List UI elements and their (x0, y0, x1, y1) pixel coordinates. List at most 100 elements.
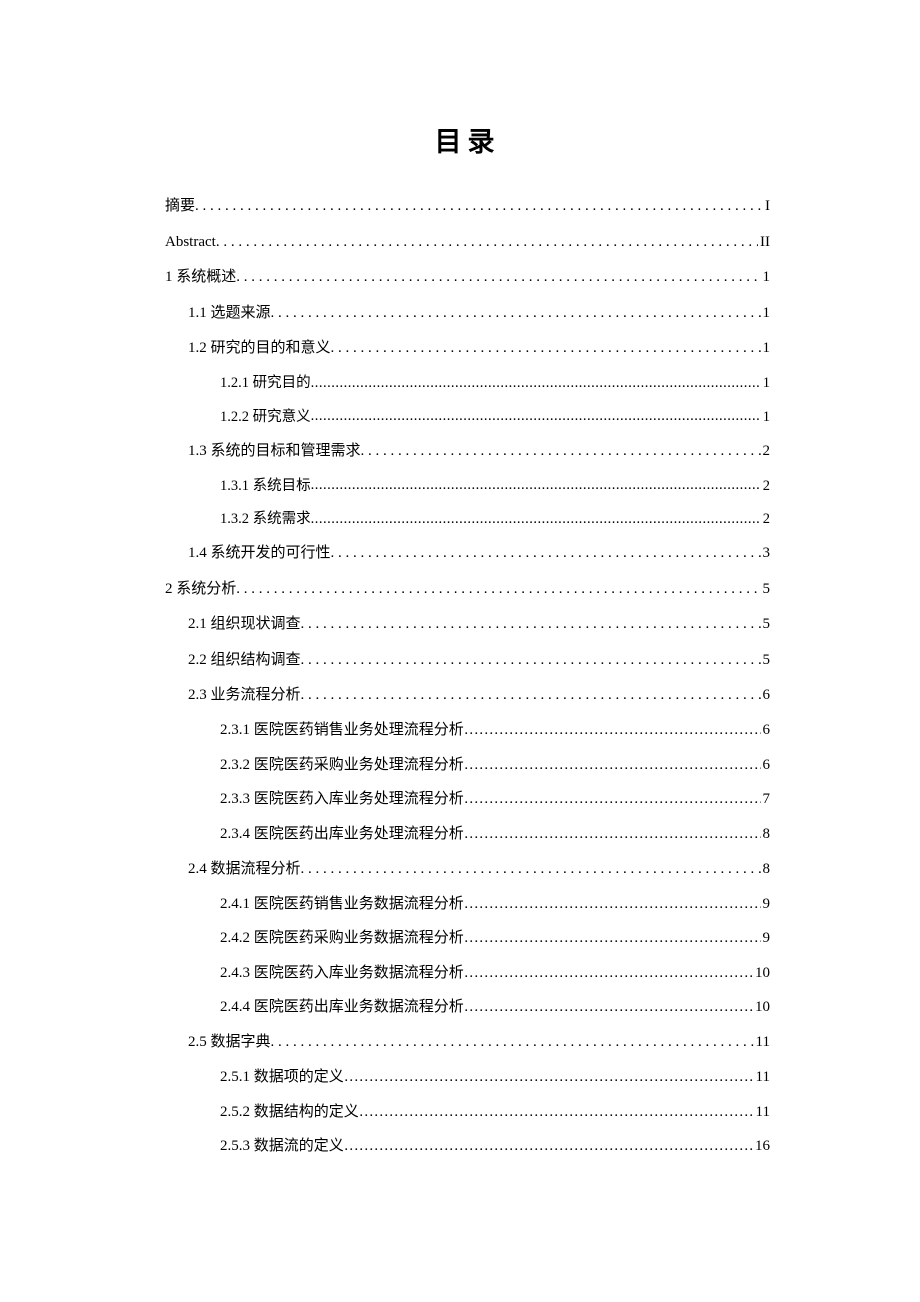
toc-leader (311, 376, 761, 391)
toc-leader (464, 723, 761, 738)
toc-label: 2.1 组织现状调查 (188, 617, 301, 632)
toc-entry: 2.5.3 数据流的定义 16 (220, 1130, 770, 1165)
toc-label: 2.4.4 医院医药出库业务数据流程分析 (220, 1000, 464, 1015)
toc-page-number: 6 (761, 688, 771, 703)
toc-entry: Abstract II (165, 225, 770, 261)
toc-label: 2.3.2 医院医药采购业务处理流程分析 (220, 758, 464, 773)
toc-label: 2.5.3 数据流的定义 (220, 1139, 344, 1154)
toc-entry: 2.4.2 医院医药采购业务数据流程分析 9 (220, 922, 770, 957)
toc-leader (464, 827, 761, 842)
toc-leader (331, 546, 761, 561)
toc-entry: 2.2 组织结构调查5 (188, 643, 770, 679)
toc-container: 摘要IAbstractII1 系统概述11.1 选题来源11.2 研究的目的和意… (165, 189, 770, 1164)
toc-page-number: 10 (753, 1000, 770, 1015)
toc-leader (464, 1000, 753, 1015)
toc-leader (236, 270, 760, 285)
toc-label: 1.3.2 系统需求 (220, 512, 311, 527)
toc-page-number: 10 (753, 966, 770, 981)
toc-entry: 1.2.1 研究目的 1 (220, 367, 770, 401)
toc-page-number: II (758, 235, 770, 250)
toc-page-number: 2 (761, 444, 771, 459)
toc-entry: 2.5 数据字典 11 (188, 1025, 770, 1061)
toc-label: 1.4 系统开发的可行性 (188, 546, 331, 561)
toc-entry: 1.1 选题来源 1 (188, 296, 770, 332)
toc-leader (216, 235, 758, 250)
toc-page-number: I (763, 199, 770, 214)
toc-leader (311, 409, 761, 424)
toc-entry: 1 系统概述 1 (165, 260, 770, 296)
toc-leader (301, 653, 761, 668)
toc-entry: 2.5.1 数据项的定义11 (220, 1061, 770, 1096)
toc-leader (311, 512, 761, 527)
toc-page-number: 6 (761, 758, 771, 773)
toc-label: 1 系统概述 (165, 270, 236, 285)
toc-label: 2.3.4 医院医药出库业务处理流程分析 (220, 827, 464, 842)
toc-label: 2.3 业务流程分析 (188, 688, 301, 703)
toc-leader (464, 897, 761, 912)
toc-leader (344, 1070, 754, 1085)
toc-label: 2.4.2 医院医药采购业务数据流程分析 (220, 931, 464, 946)
toc-entry: 1.3.2 系统需求2 (220, 503, 770, 537)
toc-leader (195, 199, 763, 214)
toc-entry: 1.2.2 研究意义 1 (220, 400, 770, 434)
toc-label: 2.4 数据流程分析 (188, 862, 301, 877)
toc-leader (301, 862, 761, 877)
toc-label: 1.2 研究的目的和意义 (188, 341, 331, 356)
toc-label: 2.3.3 医院医药入库业务处理流程分析 (220, 792, 464, 807)
toc-entry: 2.3 业务流程分析 6 (188, 678, 770, 714)
toc-entry: 1.3 系统的目标和管理需求 2 (188, 434, 770, 470)
toc-label: 1.3.1 系统目标 (220, 479, 311, 494)
toc-label: 2.4.3 医院医药入库业务数据流程分析 (220, 966, 464, 981)
toc-label: 摘要 (165, 199, 195, 214)
toc-entry: 2.5.2 数据结构的定义11 (220, 1095, 770, 1130)
toc-page-number: 11 (754, 1035, 770, 1050)
toc-leader (331, 341, 761, 356)
toc-entry: 2.4.3 医院医药入库业务数据流程分析 10 (220, 956, 770, 991)
toc-leader (311, 478, 761, 493)
toc-page-number: 5 (761, 617, 771, 632)
toc-page-number: 9 (761, 931, 771, 946)
toc-entry: 2.3.3 医院医药入库业务处理流程分析7 (220, 783, 770, 818)
toc-entry: 2.4.4 医院医药出库业务数据流程分析 10 (220, 991, 770, 1026)
toc-leader (464, 792, 761, 807)
toc-page-number: 11 (754, 1105, 770, 1120)
toc-page-number: 1 (761, 270, 771, 285)
toc-entry: 1.2 研究的目的和意义 1 (188, 331, 770, 367)
toc-label: Abstract (165, 235, 216, 250)
toc-label: 1.2.2 研究意义 (220, 410, 311, 425)
toc-page-number: 1 (761, 376, 770, 391)
toc-label: 1.1 选题来源 (188, 306, 271, 321)
toc-entry: 2.4.1 医院医药销售业务数据流程分析9 (220, 887, 770, 922)
toc-page-number: 1 (761, 341, 771, 356)
toc-entry: 2.3.1 医院医药销售业务处理流程分析 6 (220, 714, 770, 749)
toc-label: 2.3.1 医院医药销售业务处理流程分析 (220, 723, 464, 738)
toc-entry: 1.4 系统开发的可行性 3 (188, 536, 770, 572)
toc-leader (344, 1139, 753, 1154)
toc-label: 2.5 数据字典 (188, 1035, 271, 1050)
toc-entry: 摘要 I (165, 189, 770, 225)
toc-leader (301, 688, 761, 703)
toc-page-number: 6 (761, 723, 771, 738)
toc-page-number: 8 (761, 827, 771, 842)
toc-label: 1.3 系统的目标和管理需求 (188, 444, 361, 459)
toc-leader (301, 617, 761, 632)
toc-entry: 2.1 组织现状调查 5 (188, 607, 770, 643)
toc-page-number: 1 (761, 410, 770, 425)
toc-leader (464, 966, 753, 981)
toc-leader (359, 1105, 754, 1120)
toc-entry: 2.4 数据流程分析8 (188, 852, 770, 888)
toc-page-number: 3 (761, 546, 771, 561)
toc-page-number: 5 (761, 653, 771, 668)
toc-page-number: 11 (754, 1070, 770, 1085)
toc-page-number: 16 (753, 1139, 770, 1154)
toc-page-number: 5 (761, 582, 771, 597)
toc-leader (271, 1035, 754, 1050)
toc-entry: 2.3.4 医院医药出库业务处理流程分析 8 (220, 817, 770, 852)
toc-entry: 2 系统分析5 (165, 572, 770, 608)
toc-title: 目录 (165, 120, 770, 159)
toc-leader (464, 931, 761, 946)
toc-entry: 1.3.1 系统目标2 (220, 469, 770, 503)
toc-label: 1.2.1 研究目的 (220, 376, 311, 391)
toc-leader (236, 582, 760, 597)
toc-page-number: 1 (761, 306, 771, 321)
